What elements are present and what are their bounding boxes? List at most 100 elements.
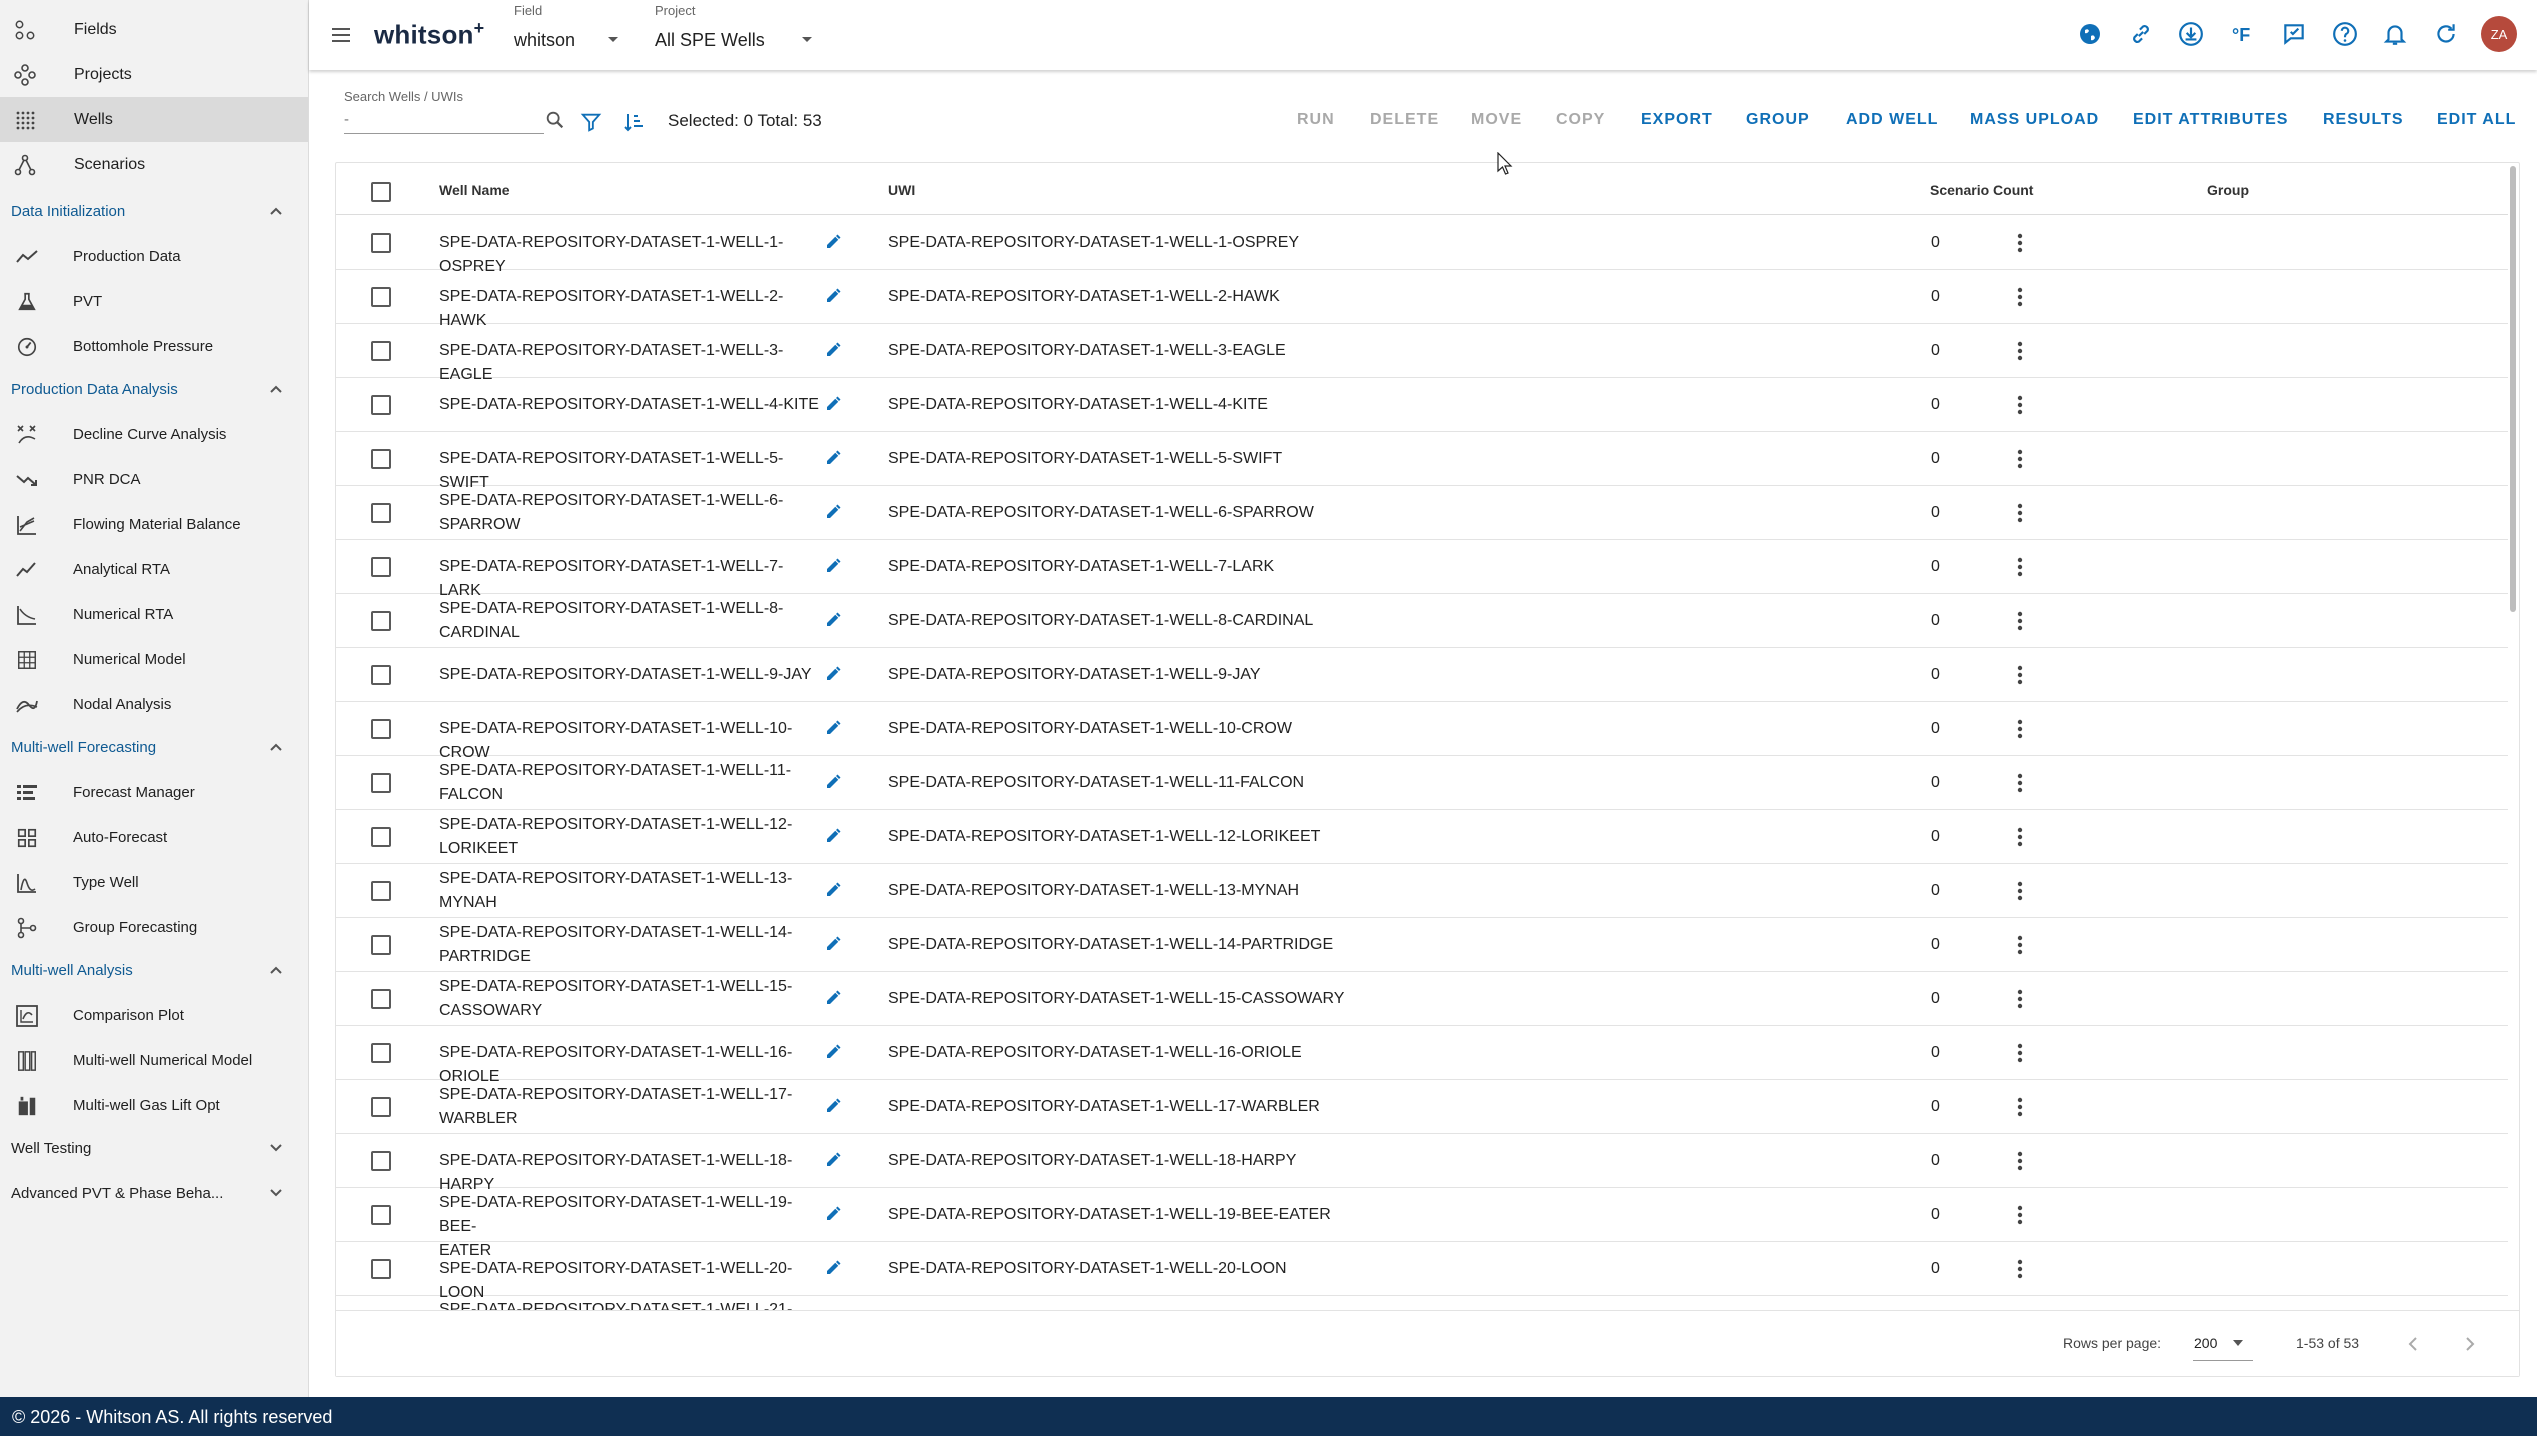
section-header-production-data-analysis[interactable]: Production Data Analysis (0, 369, 308, 409)
table-row[interactable]: SPE-DATA-REPOSITORY-DATASET-1-WELL-6- SPA… (336, 486, 2508, 540)
table-row[interactable]: SPE-DATA-REPOSITORY-DATASET-1-WELL-5-SWI… (336, 432, 2508, 491)
help-icon[interactable] (2329, 18, 2361, 50)
edit-all-button[interactable]: EDIT ALL (2437, 111, 2516, 129)
sidebar-item-pvt[interactable]: PVT (0, 279, 308, 324)
mass-upload-button[interactable]: MASS UPLOAD (1970, 111, 2099, 129)
search-icon[interactable] (541, 106, 569, 134)
edit-icon[interactable] (824, 773, 844, 793)
more-vert-icon[interactable] (2008, 825, 2032, 849)
row-checkbox[interactable] (371, 935, 391, 955)
edit-icon[interactable] (824, 395, 844, 415)
previous-page-button[interactable] (2399, 1330, 2427, 1358)
feedback-icon[interactable] (2278, 18, 2310, 50)
sidebar-item-decline-curve-analysis[interactable]: Decline Curve Analysis (0, 412, 308, 457)
copy-button[interactable]: COPY (1556, 111, 1605, 129)
edit-icon[interactable] (824, 449, 844, 469)
rows-per-page-select[interactable]: 200 (2194, 1335, 2217, 1351)
refresh-icon[interactable] (2430, 18, 2462, 50)
filter-icon[interactable] (577, 108, 605, 136)
brand-logo[interactable]: whitson+ (374, 18, 484, 51)
edit-icon[interactable] (824, 827, 844, 847)
download-icon[interactable] (2175, 18, 2207, 50)
sort-icon[interactable] (620, 108, 648, 136)
sidebar-item-nodal-analysis[interactable]: Nodal Analysis (0, 682, 308, 727)
row-checkbox[interactable] (371, 611, 391, 631)
well-name[interactable]: SPE-DATA-REPOSITORY-DATASET-1-WELL-6- SPA… (439, 489, 824, 537)
edit-icon[interactable] (824, 233, 844, 253)
table-row[interactable]: SPE-DATA-REPOSITORY-DATASET-1-WELL-7-LAR… (336, 540, 2508, 599)
globe-icon[interactable] (2074, 18, 2106, 50)
more-vert-icon[interactable] (2008, 609, 2032, 633)
move-button[interactable]: MOVE (1471, 111, 1522, 129)
column-header-group[interactable]: Group (2207, 182, 2249, 198)
sidebar-item-projects[interactable]: Projects (0, 52, 308, 97)
bell-icon[interactable] (2379, 18, 2411, 50)
row-checkbox[interactable] (371, 827, 391, 847)
fahrenheit-icon[interactable]: °F (2227, 18, 2259, 50)
edit-icon[interactable] (824, 1097, 844, 1117)
column-header-uwi[interactable]: UWI (888, 182, 915, 198)
more-vert-icon[interactable] (2008, 447, 2032, 471)
table-row[interactable]: SPE-DATA-REPOSITORY-DATASET-1-WELL-16-OR… (336, 1026, 2508, 1085)
edit-icon[interactable] (824, 341, 844, 361)
edit-icon[interactable] (824, 503, 844, 523)
select-all-checkbox[interactable] (371, 182, 391, 202)
more-vert-icon[interactable] (2008, 1257, 2032, 1281)
user-avatar[interactable]: ZA (2481, 16, 2517, 52)
well-name[interactable]: SPE-DATA-REPOSITORY-DATASET-1-WELL-8- CAR… (439, 597, 824, 645)
sidebar-item-flowing-material-balance[interactable]: Flowing Material Balance (0, 502, 308, 547)
sidebar-item-fields[interactable]: Fields (0, 7, 308, 52)
row-checkbox[interactable] (371, 449, 391, 469)
row-checkbox[interactable] (371, 773, 391, 793)
field-selector[interactable]: Field whitson (514, 0, 619, 70)
edit-attributes-button[interactable]: EDIT ATTRIBUTES (2133, 111, 2288, 129)
section-header-data-initialization[interactable]: Data Initialization (0, 191, 308, 231)
menu-icon[interactable] (329, 23, 353, 47)
more-vert-icon[interactable] (2008, 501, 2032, 525)
edit-icon[interactable] (824, 1259, 844, 1279)
table-row[interactable]: SPE-DATA-REPOSITORY-DATASET-1-WELL-9-JAY… (336, 648, 2508, 702)
run-button[interactable]: RUN (1297, 111, 1335, 129)
edit-icon[interactable] (824, 881, 844, 901)
sidebar-item-scenarios[interactable]: Scenarios (0, 142, 308, 187)
table-row[interactable]: SPE-DATA-REPOSITORY-DATASET-1-WELL-13- MY… (336, 864, 2508, 918)
table-row[interactable]: SPE-DATA-REPOSITORY-DATASET-1-WELL-20-LO… (336, 1242, 2508, 1301)
search-input[interactable] (344, 106, 544, 134)
sidebar-item-bottomhole-pressure[interactable]: Bottomhole Pressure (0, 324, 308, 369)
more-vert-icon[interactable] (2008, 1095, 2032, 1119)
well-name[interactable]: SPE-DATA-REPOSITORY-DATASET-1-WELL-11- FA… (439, 759, 824, 807)
table-row[interactable]: SPE-DATA-REPOSITORY-DATASET-1-WELL-19-BE… (336, 1188, 2508, 1259)
row-checkbox[interactable] (371, 503, 391, 523)
row-checkbox[interactable] (371, 989, 391, 1009)
sidebar-item-analytical-rta[interactable]: Analytical RTA (0, 547, 308, 592)
edit-icon[interactable] (824, 665, 844, 685)
table-row[interactable]: SPE-DATA-REPOSITORY-DATASET-1-WELL-11- FA… (336, 756, 2508, 810)
sidebar-item-group-forecasting[interactable]: Group Forecasting (0, 905, 308, 950)
add-well-button[interactable]: ADD WELL (1846, 111, 1938, 129)
sidebar-item-pnr-dca[interactable]: PNR DCA (0, 457, 308, 502)
edit-icon[interactable] (824, 1151, 844, 1171)
section-header-well-testing[interactable]: Well Testing (0, 1128, 308, 1168)
well-name[interactable]: SPE-DATA-REPOSITORY-DATASET-1-WELL-14- PA… (439, 921, 824, 969)
delete-button[interactable]: DELETE (1370, 111, 1439, 129)
more-vert-icon[interactable] (2008, 1149, 2032, 1173)
well-name[interactable]: SPE-DATA-REPOSITORY-DATASET-1-WELL-17- WA… (439, 1083, 824, 1131)
project-selector[interactable]: Project All SPE Wells (655, 0, 820, 70)
table-row[interactable]: SPE-DATA-REPOSITORY-DATASET-1-WELL-14- PA… (336, 918, 2508, 972)
more-vert-icon[interactable] (2008, 879, 2032, 903)
more-vert-icon[interactable] (2008, 663, 2032, 687)
table-row[interactable]: SPE-DATA-REPOSITORY-DATASET-1-WELL-8- CAR… (336, 594, 2508, 648)
well-name[interactable]: SPE-DATA-REPOSITORY-DATASET-1-WELL-15- CA… (439, 975, 824, 1023)
more-vert-icon[interactable] (2008, 339, 2032, 363)
column-header-well-name[interactable]: Well Name (439, 182, 510, 198)
edit-icon[interactable] (824, 1043, 844, 1063)
sidebar-item-comparison-plot[interactable]: Comparison Plot (0, 993, 308, 1038)
table-row[interactable]: SPE-DATA-REPOSITORY-DATASET-1-WELL-4-KIT… (336, 378, 2508, 432)
row-checkbox[interactable] (371, 341, 391, 361)
more-vert-icon[interactable] (2008, 1203, 2032, 1227)
edit-icon[interactable] (824, 935, 844, 955)
well-name[interactable]: SPE-DATA-REPOSITORY-DATASET-1-WELL-9-JAY (439, 663, 824, 687)
sidebar-item-auto-forecast[interactable]: Auto-Forecast (0, 815, 308, 860)
table-row[interactable]: SPE-DATA-REPOSITORY-DATASET-1-WELL-15- CA… (336, 972, 2508, 1026)
edit-icon[interactable] (824, 287, 844, 307)
